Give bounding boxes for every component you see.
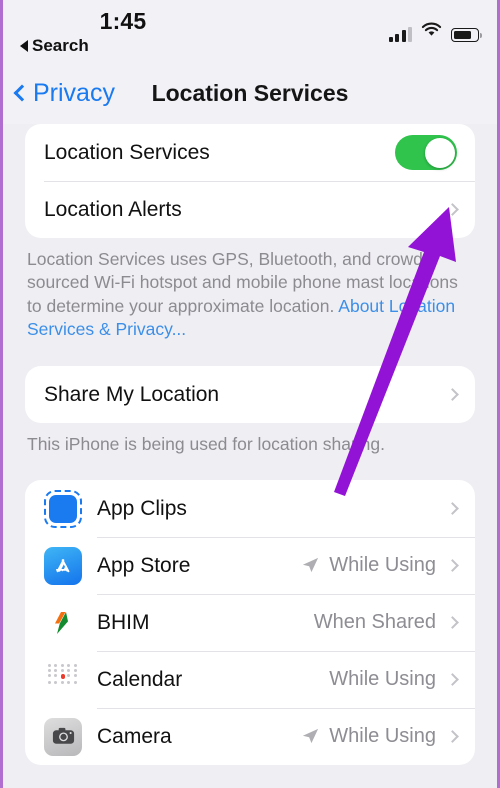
location-services-toggle[interactable] bbox=[395, 135, 457, 170]
share-location-footer-text: This iPhone is being used for location s… bbox=[27, 434, 385, 455]
app-store-icon bbox=[44, 546, 82, 585]
chevron-left-icon bbox=[13, 84, 31, 102]
app-clips-icon bbox=[44, 489, 82, 528]
row-location-services-label: Location Services bbox=[44, 140, 210, 164]
app-row-value: While Using bbox=[329, 554, 436, 577]
row-share-my-location-label: Share My Location bbox=[44, 382, 220, 406]
back-button-privacy[interactable]: Privacy bbox=[13, 78, 115, 108]
location-arrow-icon bbox=[301, 556, 320, 575]
app-row-camera[interactable]: Camera While Using bbox=[25, 708, 475, 765]
app-row-label: BHIM bbox=[97, 610, 150, 634]
app-row-value: While Using bbox=[329, 668, 436, 691]
app-row-label: Camera bbox=[97, 724, 172, 748]
app-row-label: Calendar bbox=[97, 667, 183, 691]
share-location-footer: This iPhone is being used for location s… bbox=[3, 423, 497, 456]
status-bar-clock: 1:45 bbox=[99, 8, 147, 34]
calendar-icon bbox=[44, 660, 82, 699]
app-row-calendar[interactable]: Calendar While Using bbox=[25, 651, 475, 708]
app-row-app-store[interactable]: App Store While Using bbox=[25, 537, 475, 594]
app-row-app-clips[interactable]: App Clips bbox=[25, 480, 475, 537]
chevron-right-icon bbox=[446, 616, 459, 630]
location-services-footer: Location Services uses GPS, Bluetooth, a… bbox=[3, 238, 497, 341]
app-permissions-card: App Clips App Store While Using BHIM Whe… bbox=[25, 480, 475, 766]
wifi-icon bbox=[421, 22, 442, 42]
battery-icon bbox=[451, 28, 482, 42]
bhim-icon bbox=[44, 603, 82, 642]
back-to-search-button[interactable]: Search bbox=[20, 36, 89, 56]
status-bar-indicators bbox=[388, 22, 482, 42]
signal-bars-icon bbox=[388, 27, 412, 42]
share-my-location-card: Share My Location bbox=[25, 366, 475, 424]
camera-icon bbox=[44, 717, 82, 756]
app-row-value: When Shared bbox=[313, 611, 436, 634]
row-location-alerts-label: Location Alerts bbox=[44, 197, 182, 221]
row-location-services[interactable]: Location Services bbox=[25, 124, 475, 181]
location-arrow-icon bbox=[301, 727, 320, 746]
row-share-my-location[interactable]: Share My Location bbox=[25, 366, 475, 423]
app-row-label: App Store bbox=[97, 553, 191, 577]
chevron-right-icon bbox=[446, 388, 459, 401]
iphone-screen: 1:45 Search Privacy Location Services Lo… bbox=[0, 0, 500, 788]
toggle-knob bbox=[424, 137, 455, 168]
app-row-value: While Using bbox=[329, 725, 436, 748]
chevron-right-icon bbox=[446, 730, 459, 744]
chevron-right-icon bbox=[446, 673, 459, 687]
chevron-right-icon bbox=[446, 502, 459, 516]
status-bar: 1:45 Search bbox=[3, 0, 497, 62]
triangle-left-icon bbox=[20, 40, 28, 52]
row-location-alerts[interactable]: Location Alerts bbox=[25, 181, 475, 238]
back-to-search-label: Search bbox=[32, 36, 89, 55]
app-row-bhim[interactable]: BHIM When Shared bbox=[25, 594, 475, 651]
settings-content: Location Services Location Alerts Locati… bbox=[3, 124, 497, 788]
app-row-label: App Clips bbox=[97, 496, 187, 520]
location-services-card: Location Services Location Alerts bbox=[25, 124, 475, 238]
chevron-right-icon bbox=[446, 203, 459, 216]
chevron-right-icon bbox=[446, 559, 459, 573]
back-button-label: Privacy bbox=[33, 78, 115, 107]
navigation-bar: Privacy Location Services bbox=[3, 62, 497, 124]
